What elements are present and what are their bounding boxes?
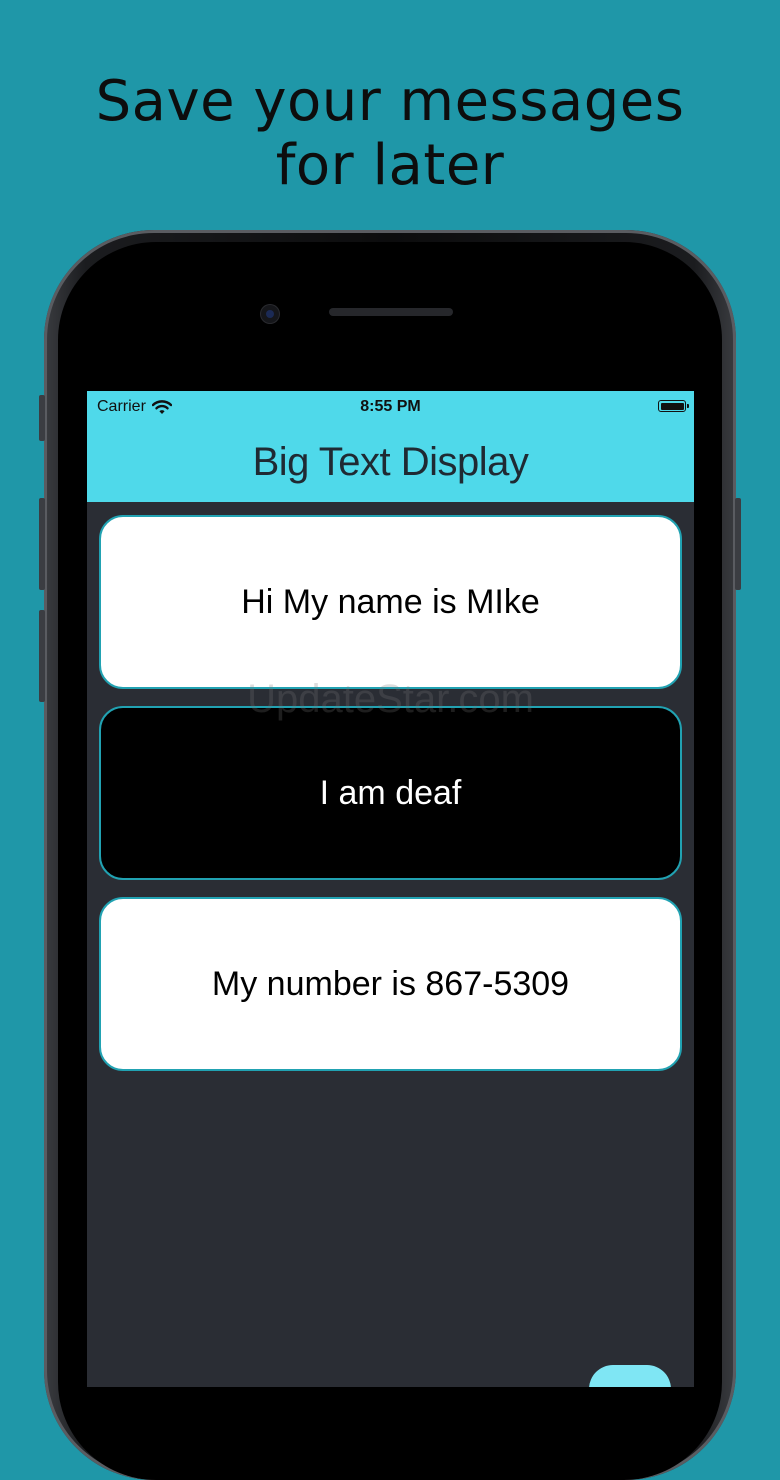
phone-silent-switch xyxy=(39,395,45,441)
front-camera xyxy=(261,305,279,323)
message-text: I am deaf xyxy=(319,773,462,812)
app-title: Big Text Display xyxy=(252,440,529,484)
headline-line-2: for later xyxy=(275,133,505,198)
add-message-button[interactable] xyxy=(589,1365,671,1387)
message-text: Hi My name is MIke xyxy=(241,582,540,621)
status-bar: Carrier 8:55 PM xyxy=(87,391,694,423)
message-card[interactable]: My number is 867-5309 xyxy=(99,897,682,1071)
navigation-bar: Big Text Display xyxy=(87,423,694,502)
earpiece-speaker xyxy=(329,308,453,316)
phone-power-button xyxy=(735,498,741,590)
message-text: My number is 867-5309 xyxy=(211,964,570,1003)
app-screen: Carrier 8:55 PM Big Text Display Hi My n… xyxy=(87,391,694,1387)
headline-line-1: Save your messages xyxy=(95,69,685,134)
battery-icon xyxy=(658,400,689,412)
phone-volume-up-button xyxy=(39,498,45,590)
status-time: 8:55 PM xyxy=(360,398,421,415)
headline: Save your messages for later xyxy=(0,70,780,198)
phone-volume-down-button xyxy=(39,610,45,702)
message-list: Hi My name is MIke I am deaf My number i… xyxy=(99,515,682,1088)
message-card[interactable]: Hi My name is MIke xyxy=(99,515,682,689)
message-card[interactable]: I am deaf xyxy=(99,706,682,880)
